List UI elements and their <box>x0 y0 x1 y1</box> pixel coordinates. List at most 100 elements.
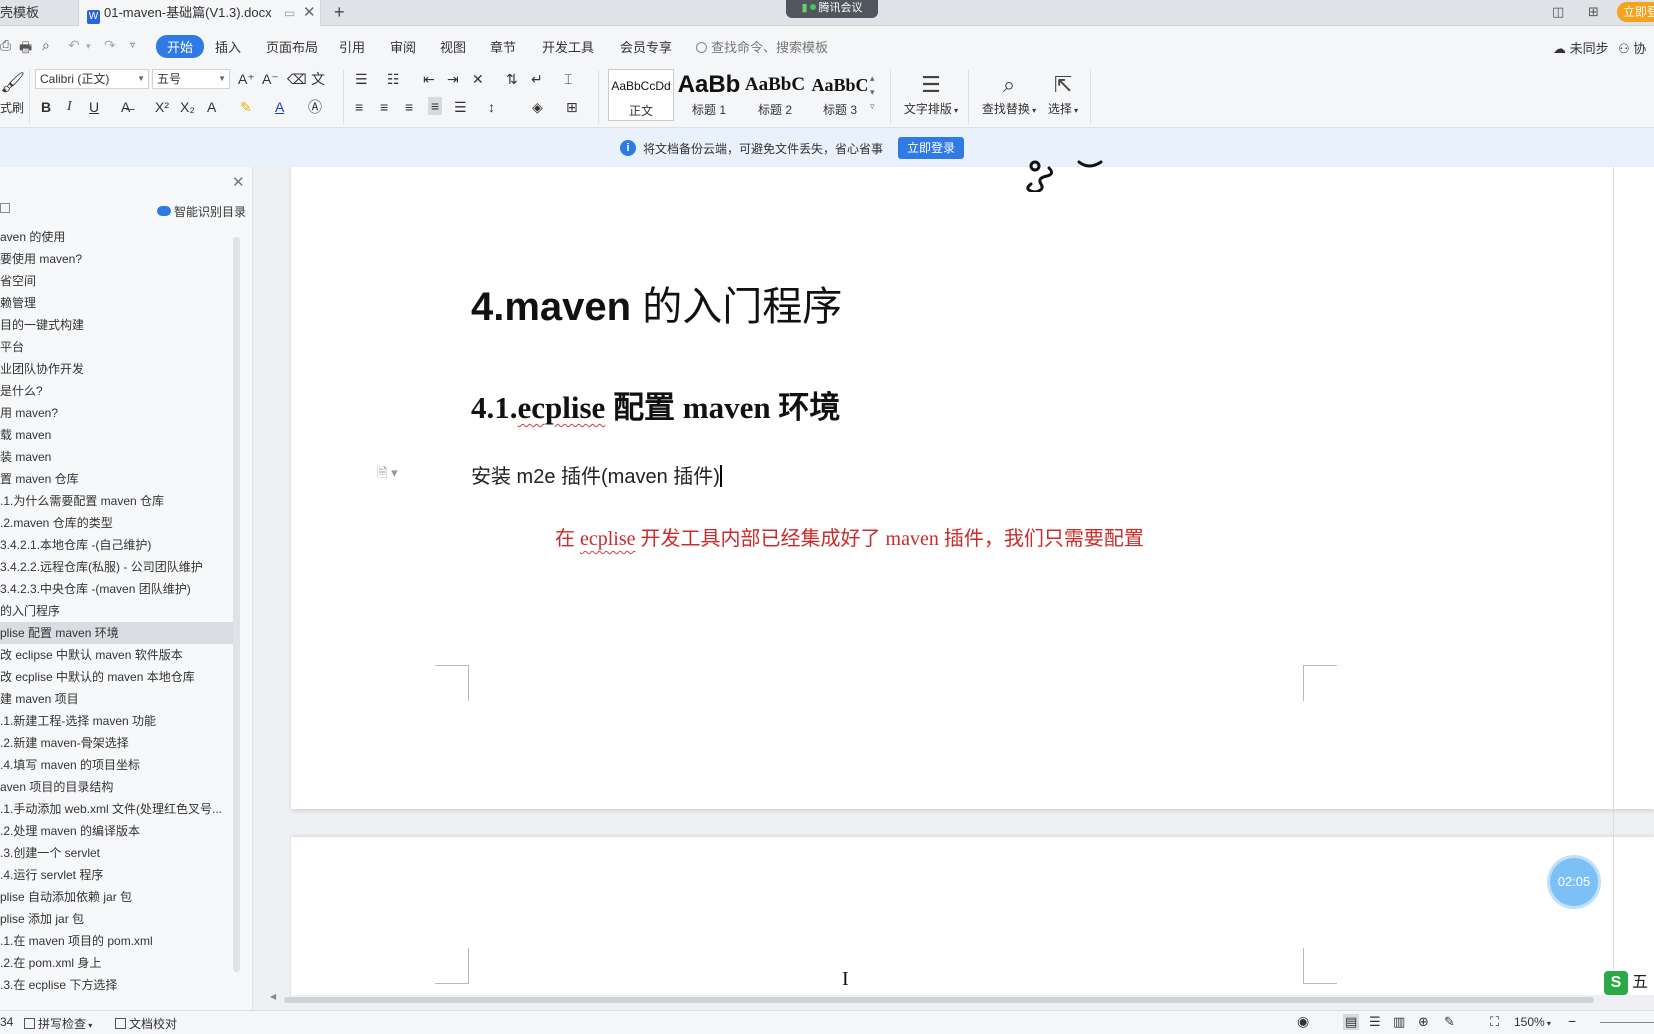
toc-item[interactable]: .4.填写 maven 的项目坐标 <box>0 754 233 776</box>
toc-item[interactable]: 赖管理 <box>0 292 233 314</box>
borders-icon[interactable]: ⊞ <box>566 98 578 116</box>
grid-apps-icon[interactable]: ⊞ <box>1588 4 1599 20</box>
toc-item[interactable]: 用 maven? <box>0 402 233 424</box>
increase-indent-icon[interactable]: ⇥ <box>447 70 459 88</box>
font-color-icon[interactable]: A <box>275 98 284 116</box>
scroll-left-icon[interactable]: ◀ <box>270 992 276 1001</box>
line-spacing-icon[interactable]: ↕ <box>488 98 495 116</box>
bullet-list-icon[interactable]: ☰ <box>355 70 368 88</box>
login-now-button[interactable]: 立即登录 <box>898 137 964 159</box>
outline-view-icon[interactable]: ☰ <box>1369 1014 1381 1030</box>
toc-item[interactable]: 建 maven 项目 <box>0 688 233 710</box>
pin-icon[interactable]: ▭ <box>284 0 295 26</box>
page-view-icon[interactable]: ▤ <box>1343 1014 1360 1030</box>
align-right-icon[interactable]: ≡ <box>405 98 413 116</box>
toc-item[interactable]: aven 的使用 <box>0 226 233 248</box>
reading-view-icon[interactable]: ▥ <box>1393 1014 1405 1030</box>
write-view-icon[interactable]: ✎ <box>1444 1014 1455 1030</box>
meeting-timer[interactable]: 02:05 <box>1550 858 1598 906</box>
clear-format-icon[interactable]: ⌫ <box>287 70 307 88</box>
save-icon[interactable]: ⎙ <box>0 37 11 54</box>
toc-item[interactable]: 是什么? <box>0 380 233 402</box>
toc-item[interactable]: 改 eclipse 中默认 maven 软件版本 <box>0 644 233 666</box>
chinese-layout-icon[interactable]: ✕ <box>472 70 484 88</box>
undo-dropdown-icon[interactable]: ▾ <box>86 41 91 52</box>
command-search[interactable]: 查找命令、搜索模板 <box>696 37 828 56</box>
horizontal-scrollbar[interactable]: ◀ <box>268 992 1654 1005</box>
window-layout-icon[interactable]: ◫ <box>1552 4 1564 20</box>
superscript-icon[interactable]: X² <box>155 98 169 116</box>
strikethrough-icon[interactable]: A̶ <box>121 98 130 116</box>
paragraph-handle-icon[interactable]: 🗎 ▾ <box>377 464 398 486</box>
decrease-indent-icon[interactable]: ⇤ <box>423 70 435 88</box>
collaborate-button[interactable]: ⚇ 协 <box>1618 38 1646 57</box>
justify-icon[interactable]: ≡ <box>428 97 443 115</box>
toc-item[interactable]: .1.为什么需要配置 maven 仓库 <box>0 490 233 512</box>
print-preview-icon[interactable]: ⌕ <box>42 37 50 54</box>
format-painter-label[interactable]: 式刷 <box>0 99 24 116</box>
subscript-icon[interactable]: X₂ <box>180 98 195 116</box>
char-border-icon[interactable]: Ⓐ <box>308 98 322 116</box>
menu-chapter[interactable]: 章节 <box>490 37 516 56</box>
toc-item[interactable]: .2.在 pom.xml 身上 <box>0 952 233 974</box>
find-replace-button[interactable]: ⌕ 查找替换 ▾ <box>978 70 1040 117</box>
ime-indicator[interactable]: S五 <box>1604 968 1654 995</box>
paragraph-note[interactable]: 在 ecplise 开发工具内部已经集成好了 maven 插件，我们只需要配置 <box>555 522 1144 551</box>
style-normal[interactable]: AaBbCcDd 正文 <box>608 69 674 121</box>
page-number[interactable]: 34 <box>0 1015 13 1029</box>
toc-scrollbar[interactable] <box>233 237 240 972</box>
menu-references[interactable]: 引用 <box>339 37 365 56</box>
toc-item[interactable]: 平台 <box>0 336 233 358</box>
menu-insert[interactable]: 插入 <box>215 37 241 56</box>
scroll-thumb[interactable] <box>284 997 1594 1003</box>
toc-item[interactable]: 业团队协作开发 <box>0 358 233 380</box>
collapse-all-icon[interactable] <box>0 203 10 213</box>
style-heading3[interactable]: AaBbC 标题 3 <box>807 69 873 121</box>
toc-item[interactable]: .2.新建 maven-骨架选择 <box>0 732 233 754</box>
bold-icon[interactable]: B <box>41 98 51 116</box>
toc-item[interactable]: .3.创建一个 servlet <box>0 842 233 864</box>
align-center-icon[interactable]: ≡ <box>380 98 388 116</box>
toc-item[interactable]: .1.手动添加 web.xml 文件(处理红色叉号... <box>0 798 233 820</box>
close-pane-icon[interactable]: ✕ <box>232 173 245 191</box>
heading-2[interactable]: 4.1.ecplise 配置 maven 环境 <box>471 382 840 427</box>
style-heading1[interactable]: AaBb 标题 1 <box>676 69 742 121</box>
web-view-icon[interactable]: ⊕ <box>1418 1014 1429 1030</box>
align-left-icon[interactable]: ≡ <box>355 98 363 116</box>
toc-item[interactable]: aven 项目的目录结构 <box>0 776 233 798</box>
highlight-icon[interactable]: ✎ <box>240 98 252 116</box>
distribute-icon[interactable]: ☰ <box>454 98 467 116</box>
doc-proof-button[interactable]: 文档校对 <box>115 1015 177 1032</box>
tab-template[interactable]: 壳模板 <box>0 0 78 26</box>
numbered-list-icon[interactable]: ☷ <box>387 70 400 88</box>
toc-item[interactable]: 3.4.2.3.中央仓库 -(maven 团队维护) <box>0 578 233 600</box>
toc-item[interactable]: 要使用 maven? <box>0 248 233 270</box>
toc-item[interactable]: .1.新建工程-选择 maven 功能 <box>0 710 233 732</box>
menu-member[interactable]: 会员专享 <box>620 37 672 56</box>
toc-item[interactable]: plise 添加 jar 包 <box>0 908 233 930</box>
menu-view[interactable]: 视图 <box>440 37 466 56</box>
tab-stops-icon[interactable]: ⌶ <box>564 70 572 88</box>
undo-icon[interactable]: ↶ <box>68 37 80 54</box>
tencent-meeting-badge[interactable]: ▮ 腾讯会议 <box>786 0 878 18</box>
smart-toc-button[interactable]: 智能识别目录 <box>157 203 246 220</box>
shrink-font-icon[interactable]: A⁻ <box>262 70 279 88</box>
redo-icon[interactable]: ↷ <box>104 37 116 54</box>
style-heading2[interactable]: AaBbC 标题 2 <box>742 69 808 121</box>
fit-page-icon[interactable]: ⛶ <box>1490 1014 1499 1030</box>
toc-item[interactable]: 装 maven <box>0 446 233 468</box>
toc-item[interactable]: 3.4.2.2.远程仓库(私服) - 公司团队维护 <box>0 556 233 578</box>
toc-item[interactable]: .2.处理 maven 的编译版本 <box>0 820 233 842</box>
menu-page-layout[interactable]: 页面布局 <box>266 37 318 56</box>
toc-item[interactable]: 3.4.2.1.本地仓库 -(自己维护) <box>0 534 233 556</box>
show-marks-icon[interactable]: ↵ <box>531 70 543 88</box>
style-expand-icon[interactable]: ▿ <box>870 97 875 115</box>
underline-icon[interactable]: U <box>89 98 99 116</box>
format-painter-icon[interactable]: 🖌 <box>0 70 25 95</box>
toc-item[interactable]: 的入门程序 <box>0 600 233 622</box>
sync-status[interactable]: ☁ 未同步 <box>1553 38 1609 57</box>
menu-review[interactable]: 审阅 <box>390 37 416 56</box>
text-layout-button[interactable]: ☰ 文字排版 ▾ <box>900 70 962 117</box>
toc-item[interactable]: .2.maven 仓库的类型 <box>0 512 233 534</box>
toc-item[interactable]: .3.在 ecplise 下方选择 <box>0 974 233 996</box>
